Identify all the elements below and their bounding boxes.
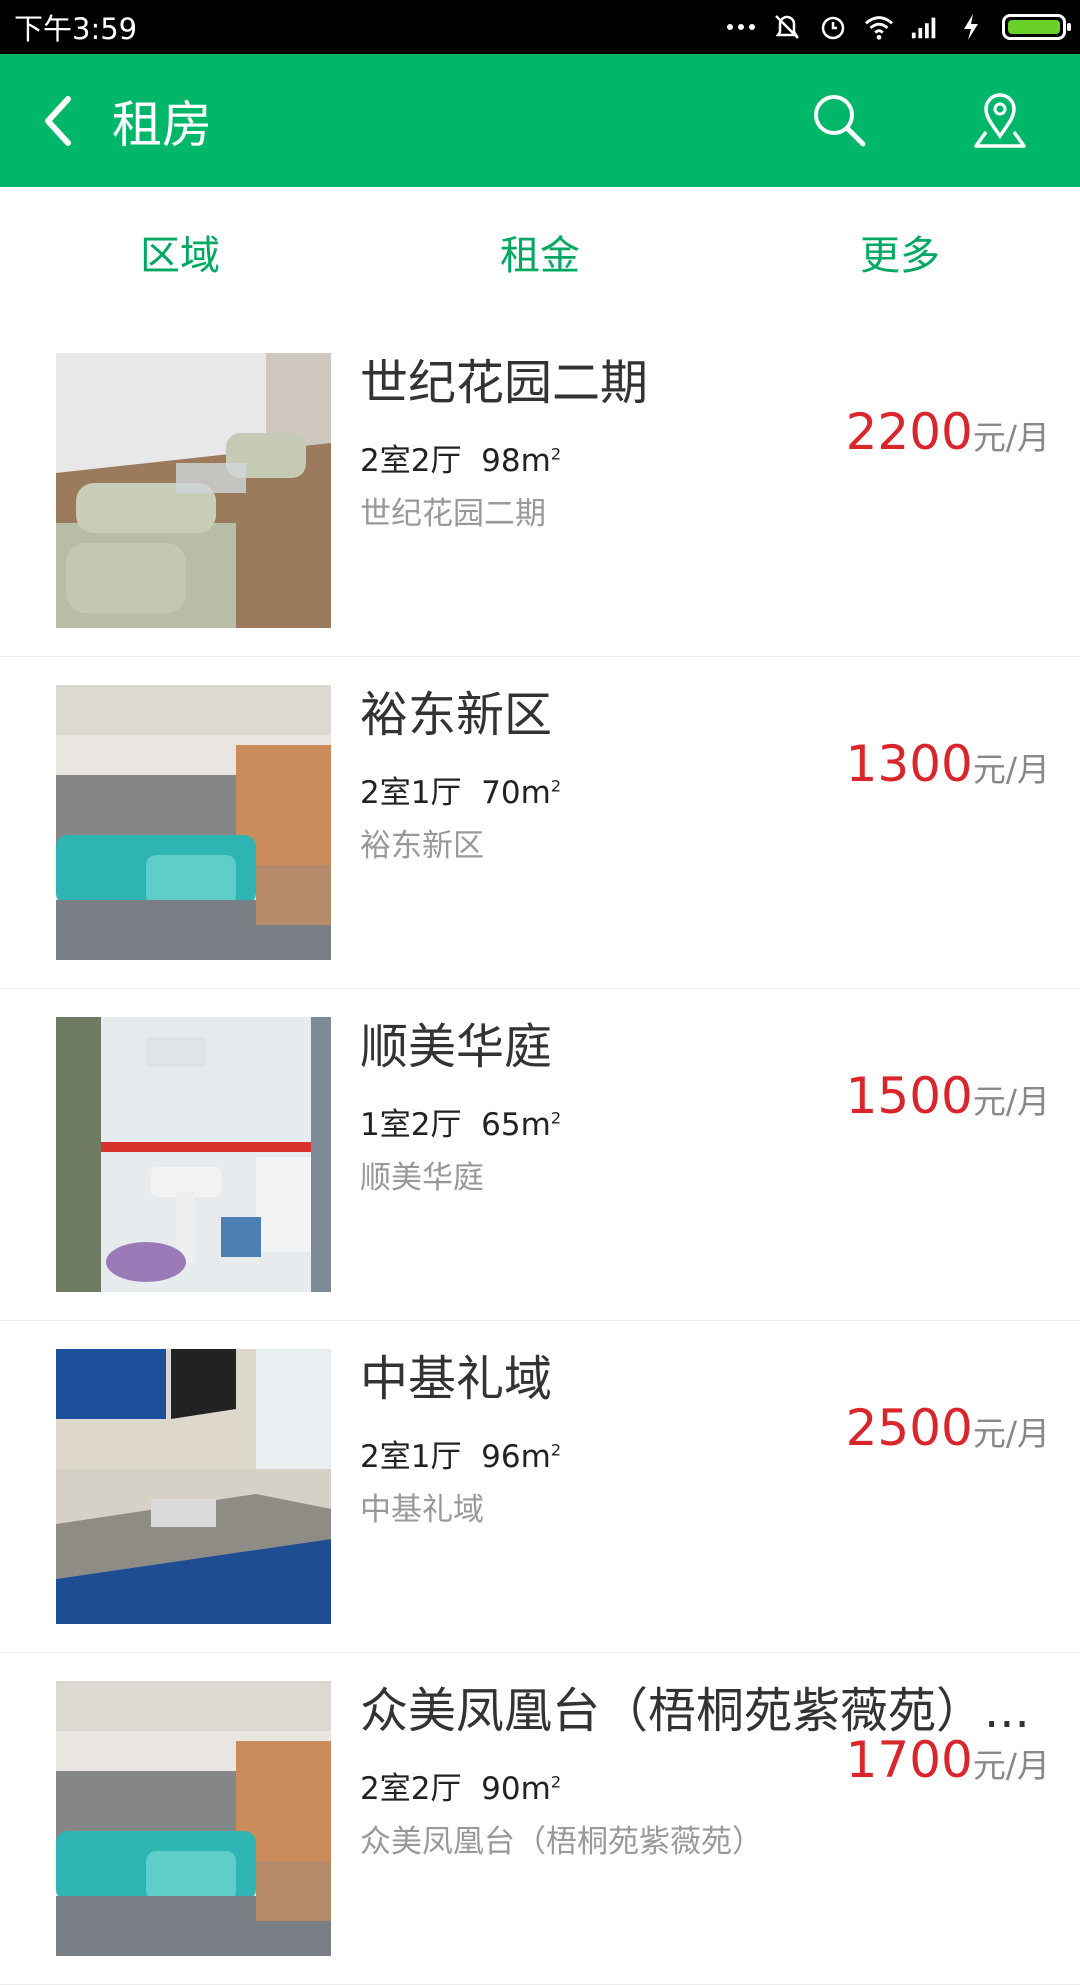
filter-bar: 区域 租金 更多 xyxy=(0,187,1080,317)
listing-item[interactable]: 裕东新区 2室1厅 70m2 裕东新区 1300元/月 xyxy=(0,657,1080,989)
listing-photo xyxy=(56,1681,331,1956)
app-bar: 租房 xyxy=(0,54,1080,187)
price-value: 1700 xyxy=(845,1731,973,1789)
price-unit: 元/月 xyxy=(972,1082,1050,1121)
room-layout: 2室1厅 xyxy=(360,1439,462,1475)
more-dots-icon xyxy=(726,12,756,42)
area: 96m xyxy=(481,1439,551,1475)
status-time: 下午3:59 xyxy=(14,12,138,46)
battery-icon xyxy=(1002,14,1071,40)
price-value: 2500 xyxy=(845,1399,973,1457)
price-value: 1500 xyxy=(845,1067,973,1125)
listing-photo xyxy=(56,685,331,960)
filter-area[interactable]: 区域 xyxy=(0,223,360,281)
listing-photo xyxy=(56,1017,331,1292)
location-pin-icon xyxy=(974,92,1026,148)
mute-icon xyxy=(772,12,802,42)
listing-price: 1700元/月 xyxy=(846,1731,1050,1789)
listing-community: 裕东新区 xyxy=(360,828,484,864)
search-icon xyxy=(814,94,866,146)
room-layout: 2室1厅 xyxy=(360,775,462,811)
area: 90m xyxy=(481,1771,551,1807)
listing-community: 众美凤凰台（梧桐苑紫薇苑） xyxy=(360,1824,763,1860)
back-arrow-icon xyxy=(45,95,71,146)
charging-icon xyxy=(956,12,986,42)
price-unit: 元/月 xyxy=(972,1414,1050,1453)
listing-price: 2500元/月 xyxy=(846,1399,1050,1457)
map-location-button[interactable] xyxy=(968,89,1032,153)
price-value: 2200 xyxy=(845,403,973,461)
wifi-icon xyxy=(864,12,894,42)
filter-rent[interactable]: 租金 xyxy=(360,223,720,281)
listing-community: 顺美华庭 xyxy=(360,1160,484,1196)
area: 98m xyxy=(481,443,551,479)
listing-community: 世纪花园二期 xyxy=(360,496,546,532)
listing-photo xyxy=(56,1349,331,1624)
price-unit: 元/月 xyxy=(972,418,1050,457)
listing-price: 2200元/月 xyxy=(846,403,1050,461)
area: 70m xyxy=(481,775,551,811)
listing-item[interactable]: 中基礼域 2室1厅 96m2 中基礼域 2500元/月 xyxy=(0,1321,1080,1653)
listing-photo xyxy=(56,353,331,628)
listing-item[interactable]: 世纪花园二期 2室2厅 98m2 世纪花园二期 2200元/月 xyxy=(0,325,1080,657)
room-layout: 1室2厅 xyxy=(360,1107,462,1143)
alarm-icon xyxy=(818,12,848,42)
listing-price: 1500元/月 xyxy=(846,1067,1050,1125)
status-bar: 下午3:59 xyxy=(0,0,1080,54)
listing-item[interactable]: 顺美华庭 1室2厅 65m2 顺美华庭 1500元/月 xyxy=(0,989,1080,1321)
status-icons xyxy=(726,12,1071,42)
room-layout: 2室2厅 xyxy=(360,443,462,479)
price-unit: 元/月 xyxy=(972,1746,1050,1785)
page-title: 租房 xyxy=(112,95,212,154)
room-layout: 2室2厅 xyxy=(360,1771,462,1807)
listing-price: 1300元/月 xyxy=(846,735,1050,793)
search-button[interactable] xyxy=(808,89,872,153)
back-button[interactable] xyxy=(32,91,82,151)
area: 65m xyxy=(481,1107,551,1143)
listing-community: 中基礼域 xyxy=(360,1492,484,1528)
price-value: 1300 xyxy=(845,735,973,793)
listing-item[interactable]: 众美凤凰台（梧桐苑紫薇苑）... 2室2厅 90m2 众美凤凰台（梧桐苑紫薇苑）… xyxy=(0,1653,1080,1985)
filter-more[interactable]: 更多 xyxy=(720,223,1080,281)
listing-list: 世纪花园二期 2室2厅 98m2 世纪花园二期 2200元/月 裕东新区 2室1… xyxy=(0,325,1080,1985)
price-unit: 元/月 xyxy=(972,750,1050,789)
signal-icon xyxy=(910,12,940,42)
